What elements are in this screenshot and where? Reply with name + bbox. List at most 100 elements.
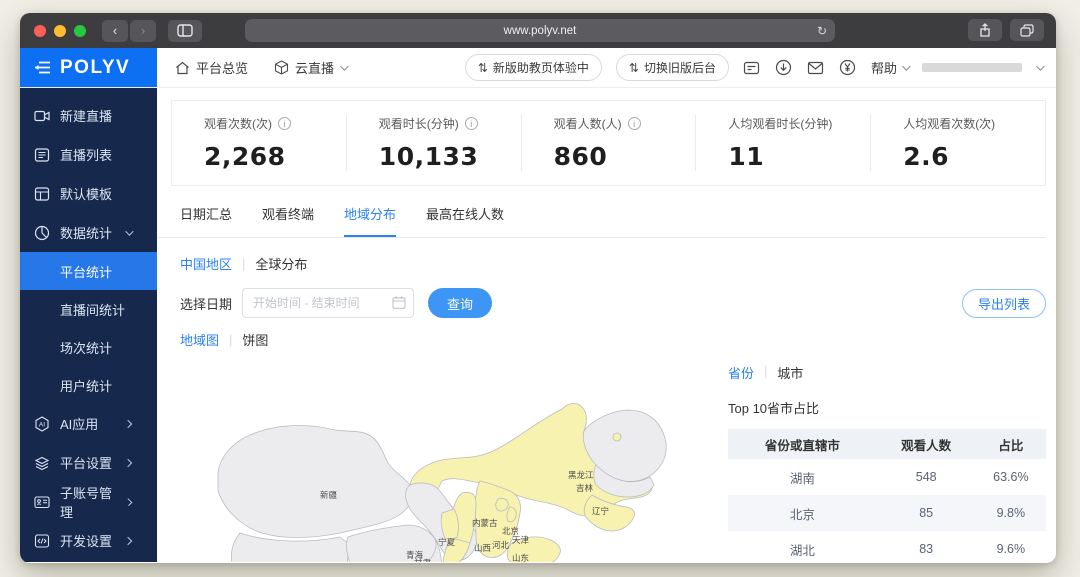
toggle-region-map[interactable]: 地域图 — [180, 330, 219, 349]
sidebar-item-live-list[interactable]: 直播列表 — [20, 135, 157, 174]
messages-button[interactable] — [807, 59, 825, 77]
map-label: 辽宁 — [592, 506, 609, 516]
filter-row: 选择日期 查询 导出列表 — [157, 288, 1056, 318]
template-icon — [34, 186, 50, 202]
info-icon[interactable]: i — [628, 117, 641, 130]
traffic-lights — [34, 25, 86, 37]
sidebar-item-developer-settings[interactable]: 开发设置 — [20, 521, 157, 560]
sidebar-item-default-template[interactable]: 默认模板 — [20, 174, 157, 213]
sidebar-item-new-live[interactable]: 新建直播 — [20, 96, 157, 135]
table-row: 湖南 548 63.6% — [728, 459, 1046, 495]
map-label: 内蒙古 — [472, 518, 498, 528]
swap-icon: ⇅ — [629, 61, 639, 75]
account-name-redacted[interactable] — [922, 63, 1022, 72]
share-button[interactable] — [968, 19, 1002, 41]
header-right: ⇅ 新版助教页体验中 ⇅ 切换旧版后台 — [465, 54, 1042, 81]
calendar-icon — [392, 295, 406, 310]
export-list-button[interactable]: 导出列表 — [962, 289, 1046, 318]
inner-mongolia-exclave — [613, 433, 621, 441]
chevron-right-icon — [124, 536, 132, 544]
app-body: 新建直播 直播列表 默认模板 — [20, 88, 1056, 562]
map-label: 黑龙江 — [568, 470, 594, 480]
reload-icon[interactable]: ↻ — [817, 24, 827, 38]
tabs-overview-button[interactable] — [1010, 19, 1044, 41]
minimize-window-button[interactable] — [54, 25, 66, 37]
help-menu[interactable]: 帮助 — [871, 58, 908, 77]
sidebar-toggle-button[interactable] — [168, 20, 202, 42]
toggle-city[interactable]: 城市 — [777, 363, 803, 382]
sidebar-item-platform-settings[interactable]: 平台设置 — [20, 443, 157, 482]
table-header-row: 省份或直辖市 观看人数 占比 — [728, 429, 1046, 459]
map-and-table-row: 新疆 黑龙江 吉林 辽宁 内蒙古 北京 天津 宁夏 山西 河北 山东 青海 — [157, 353, 1056, 562]
form-button[interactable] — [743, 59, 761, 77]
stats-summary-card: 观看次数(次)i 2,268 观看时长(分钟)i 10,133 观看人数(人)i… — [171, 100, 1046, 186]
province-xinjiang — [218, 426, 413, 538]
info-icon[interactable]: i — [278, 117, 291, 130]
zoom-window-button[interactable] — [74, 25, 86, 37]
sidebar-item-session-statistics[interactable]: 场次统计 — [20, 328, 157, 366]
browser-window: ‹ › www.polyv.net ↻ — [20, 13, 1056, 563]
logo-block: POLYV — [20, 48, 157, 87]
toggle-global-distribution[interactable]: 全球分布 — [255, 254, 307, 273]
chevron-down-icon — [1036, 62, 1044, 70]
main-content: 观看次数(次)i 2,268 观看时长(分钟)i 10,133 观看人数(人)i… — [157, 88, 1056, 562]
col-viewers: 观看人数 — [877, 429, 976, 459]
menu-collapse-icon[interactable] — [34, 60, 51, 75]
download-button[interactable] — [775, 59, 793, 77]
tab-max-online[interactable]: 最高在线人数 — [426, 204, 504, 237]
ai-icon: AI — [34, 416, 50, 432]
chevron-down-icon — [902, 62, 910, 70]
china-map[interactable]: 新疆 黑龙江 吉林 辽宁 内蒙古 北京 天津 宁夏 山西 河北 山东 青海 — [180, 353, 724, 562]
url-text: www.polyv.net — [504, 25, 577, 37]
pie-chart-icon — [34, 225, 50, 241]
stat-viewer-count: 观看人数(人)i 860 — [521, 115, 696, 171]
col-province: 省份或直辖市 — [728, 429, 877, 459]
tab-date-summary[interactable]: 日期汇总 — [180, 204, 232, 237]
address-bar[interactable]: www.polyv.net ↻ — [245, 19, 835, 42]
close-window-button[interactable] — [34, 25, 46, 37]
stat-value: 11 — [728, 142, 870, 171]
statistics-tabs: 日期汇总 观看终端 地域分布 最高在线人数 — [157, 186, 1046, 238]
svg-text:AI: AI — [39, 421, 45, 428]
query-button[interactable]: 查询 — [428, 288, 492, 318]
forward-button[interactable]: › — [130, 20, 156, 42]
stat-view-count: 观看次数(次)i 2,268 — [172, 115, 346, 171]
nav-cloud-live[interactable]: 云直播 — [274, 58, 346, 77]
tab-view-terminal[interactable]: 观看终端 — [262, 204, 314, 237]
toggle-province[interactable]: 省份 — [728, 363, 754, 382]
map-label: 天津 — [512, 535, 530, 545]
switch-old-console-button[interactable]: ⇅ 切换旧版后台 — [616, 54, 729, 81]
stat-value: 10,133 — [379, 142, 521, 171]
province-beijing — [496, 498, 508, 511]
sidebar-item-platform-statistics[interactable]: 平台统计 — [20, 252, 157, 290]
video-camera-icon — [34, 108, 50, 124]
mail-icon — [807, 61, 824, 75]
nav-platform-overview[interactable]: 平台总览 — [175, 58, 248, 77]
code-icon — [34, 533, 50, 549]
chevron-right-icon — [124, 419, 132, 427]
sidebar-item-user-statistics[interactable]: 用户统计 — [20, 366, 157, 404]
info-icon[interactable]: i — [465, 117, 478, 130]
header-main: 平台总览 云直播 ⇅ 新版助教页体验中 ⇅ 切换旧版后 — [157, 48, 1056, 87]
toggle-pie-chart[interactable]: 饼图 — [242, 330, 268, 349]
id-card-icon — [34, 494, 50, 510]
sidebar-item-data-statistics[interactable]: 数据统计 — [20, 213, 157, 252]
map-label: 宁夏 — [438, 537, 456, 547]
back-button[interactable]: ‹ — [102, 20, 128, 42]
home-icon — [175, 61, 190, 75]
toggle-china-region[interactable]: 中国地区 — [180, 254, 232, 273]
tab-region-distribution[interactable]: 地域分布 — [344, 204, 396, 237]
sidebar-item-channel-statistics[interactable]: 直播间统计 — [20, 290, 157, 328]
cube-icon — [274, 60, 289, 75]
table-row: 北京 85 9.8% — [728, 495, 1046, 531]
sidebar-item-subaccount-management[interactable]: 子账号管理 — [20, 482, 157, 521]
view-mode-toggle: 地域图 | 饼图 — [157, 330, 1056, 349]
date-range-input[interactable] — [242, 288, 414, 318]
billing-button[interactable] — [839, 59, 857, 77]
sidebar-icon — [177, 24, 193, 37]
top10-table: 省份或直辖市 观看人数 占比 湖南 548 63.6% — [728, 429, 1046, 562]
new-assistant-page-button[interactable]: ⇅ 新版助教页体验中 — [465, 54, 602, 81]
browser-nav-buttons: ‹ › — [102, 20, 156, 42]
sidebar-item-ai-apps[interactable]: AI AI应用 — [20, 404, 157, 443]
province-city-toggle: 省份 | 城市 — [728, 363, 1046, 382]
